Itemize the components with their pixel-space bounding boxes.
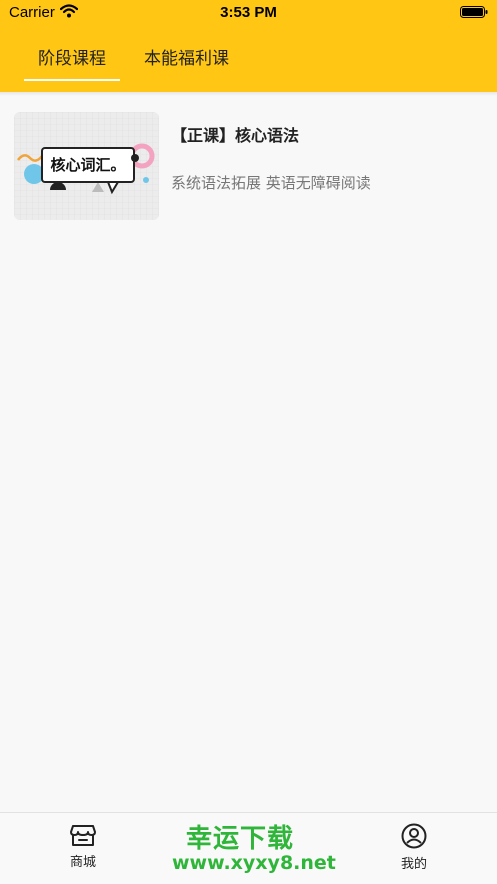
- thumbnail-text: 核心词汇。: [50, 156, 126, 174]
- course-title[interactable]: 【正课】核心语法: [171, 122, 299, 146]
- nav-mine-label: 我的: [400, 857, 427, 872]
- tab-welfare-courses[interactable]: 本能福利课: [144, 44, 229, 69]
- clock-time: 3:53 PM: [220, 4, 277, 21]
- status-bar: Carrier 3:53 PM: [0, 0, 497, 26]
- app-header: Carrier 3:53 PM 阶段课程 本能福利课: [0, 0, 497, 92]
- user-circle-icon: [401, 823, 427, 849]
- nav-shop[interactable]: 商城: [43, 823, 123, 870]
- nav-shop-label: 商城: [69, 855, 96, 870]
- course-card[interactable]: 核心词汇。 【正课】核心语法 系统语法拓展 英语无障碍阅读: [14, 112, 484, 222]
- nav-mine[interactable]: 我的: [374, 823, 454, 872]
- course-thumbnail: 核心词汇。: [14, 112, 159, 220]
- watermark-url: www.xyxy8.net: [172, 852, 336, 874]
- store-icon: [70, 825, 96, 846]
- header-shadow: [0, 92, 497, 96]
- tab-stage-courses[interactable]: 阶段课程: [38, 44, 106, 69]
- watermark-text: 幸运下载: [186, 824, 295, 854]
- battery-icon: [460, 6, 488, 18]
- active-tab-indicator: [24, 79, 120, 81]
- course-subtitle: 系统语法拓展 英语无障碍阅读: [171, 174, 371, 192]
